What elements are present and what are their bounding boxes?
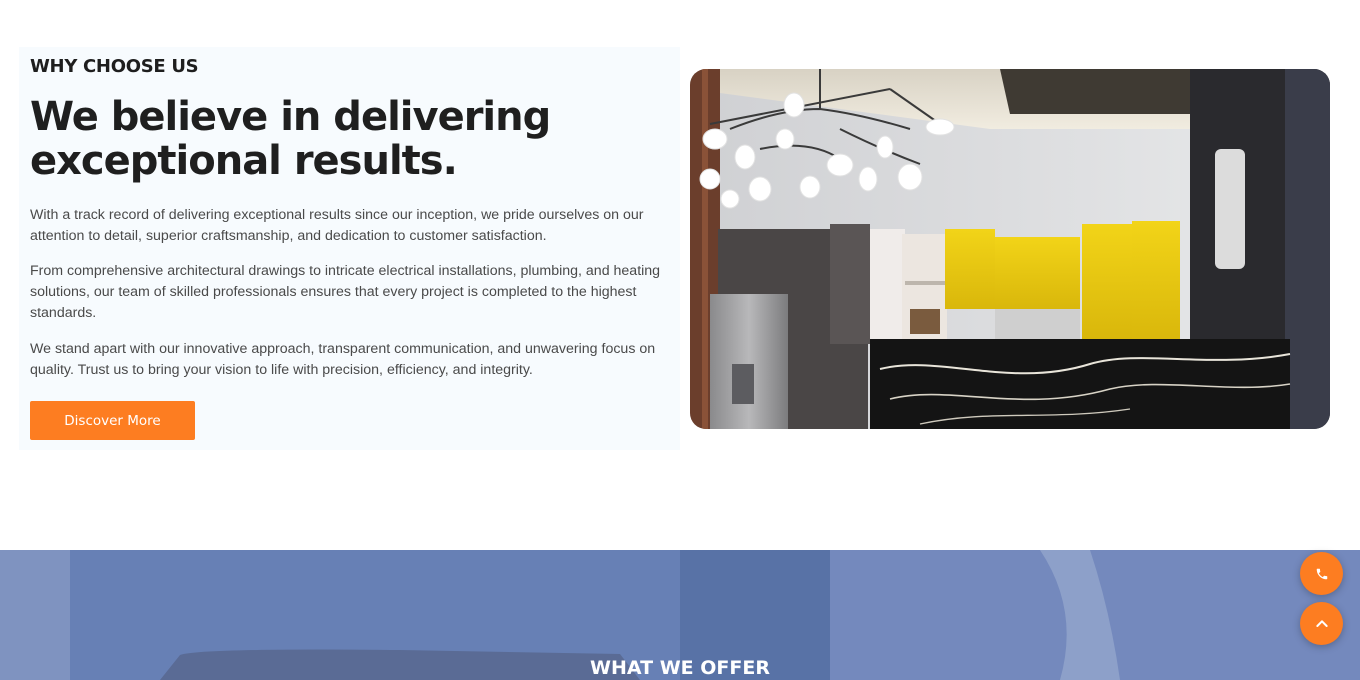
approach-paragraph: We stand apart with our innovative appro… [30,341,656,378]
what-we-offer-title: WHAT WE OFFER [590,657,770,679]
phone-icon [1316,568,1327,579]
section-headline: We believe in delivering exceptional res… [30,94,551,184]
kitchen-photo [690,69,1330,429]
chevron-up-icon [1315,619,1328,627]
section-eyebrow: WHY CHOOSE US [30,56,199,77]
what-we-offer-section: WHAT WE OFFER [0,550,1360,680]
services-paragraph: From comprehensive architectural drawing… [30,263,661,321]
call-button[interactable] [1300,552,1343,595]
why-choose-us-text-panel: WHY CHOOSE US We believe in delivering e… [19,47,680,450]
intro-paragraph: With a track record of delivering except… [30,207,644,244]
why-choose-us-section: WHY CHOOSE US We believe in delivering e… [0,0,1360,550]
discover-more-button[interactable]: Discover More [30,401,195,440]
back-to-top-button[interactable] [1300,602,1343,645]
